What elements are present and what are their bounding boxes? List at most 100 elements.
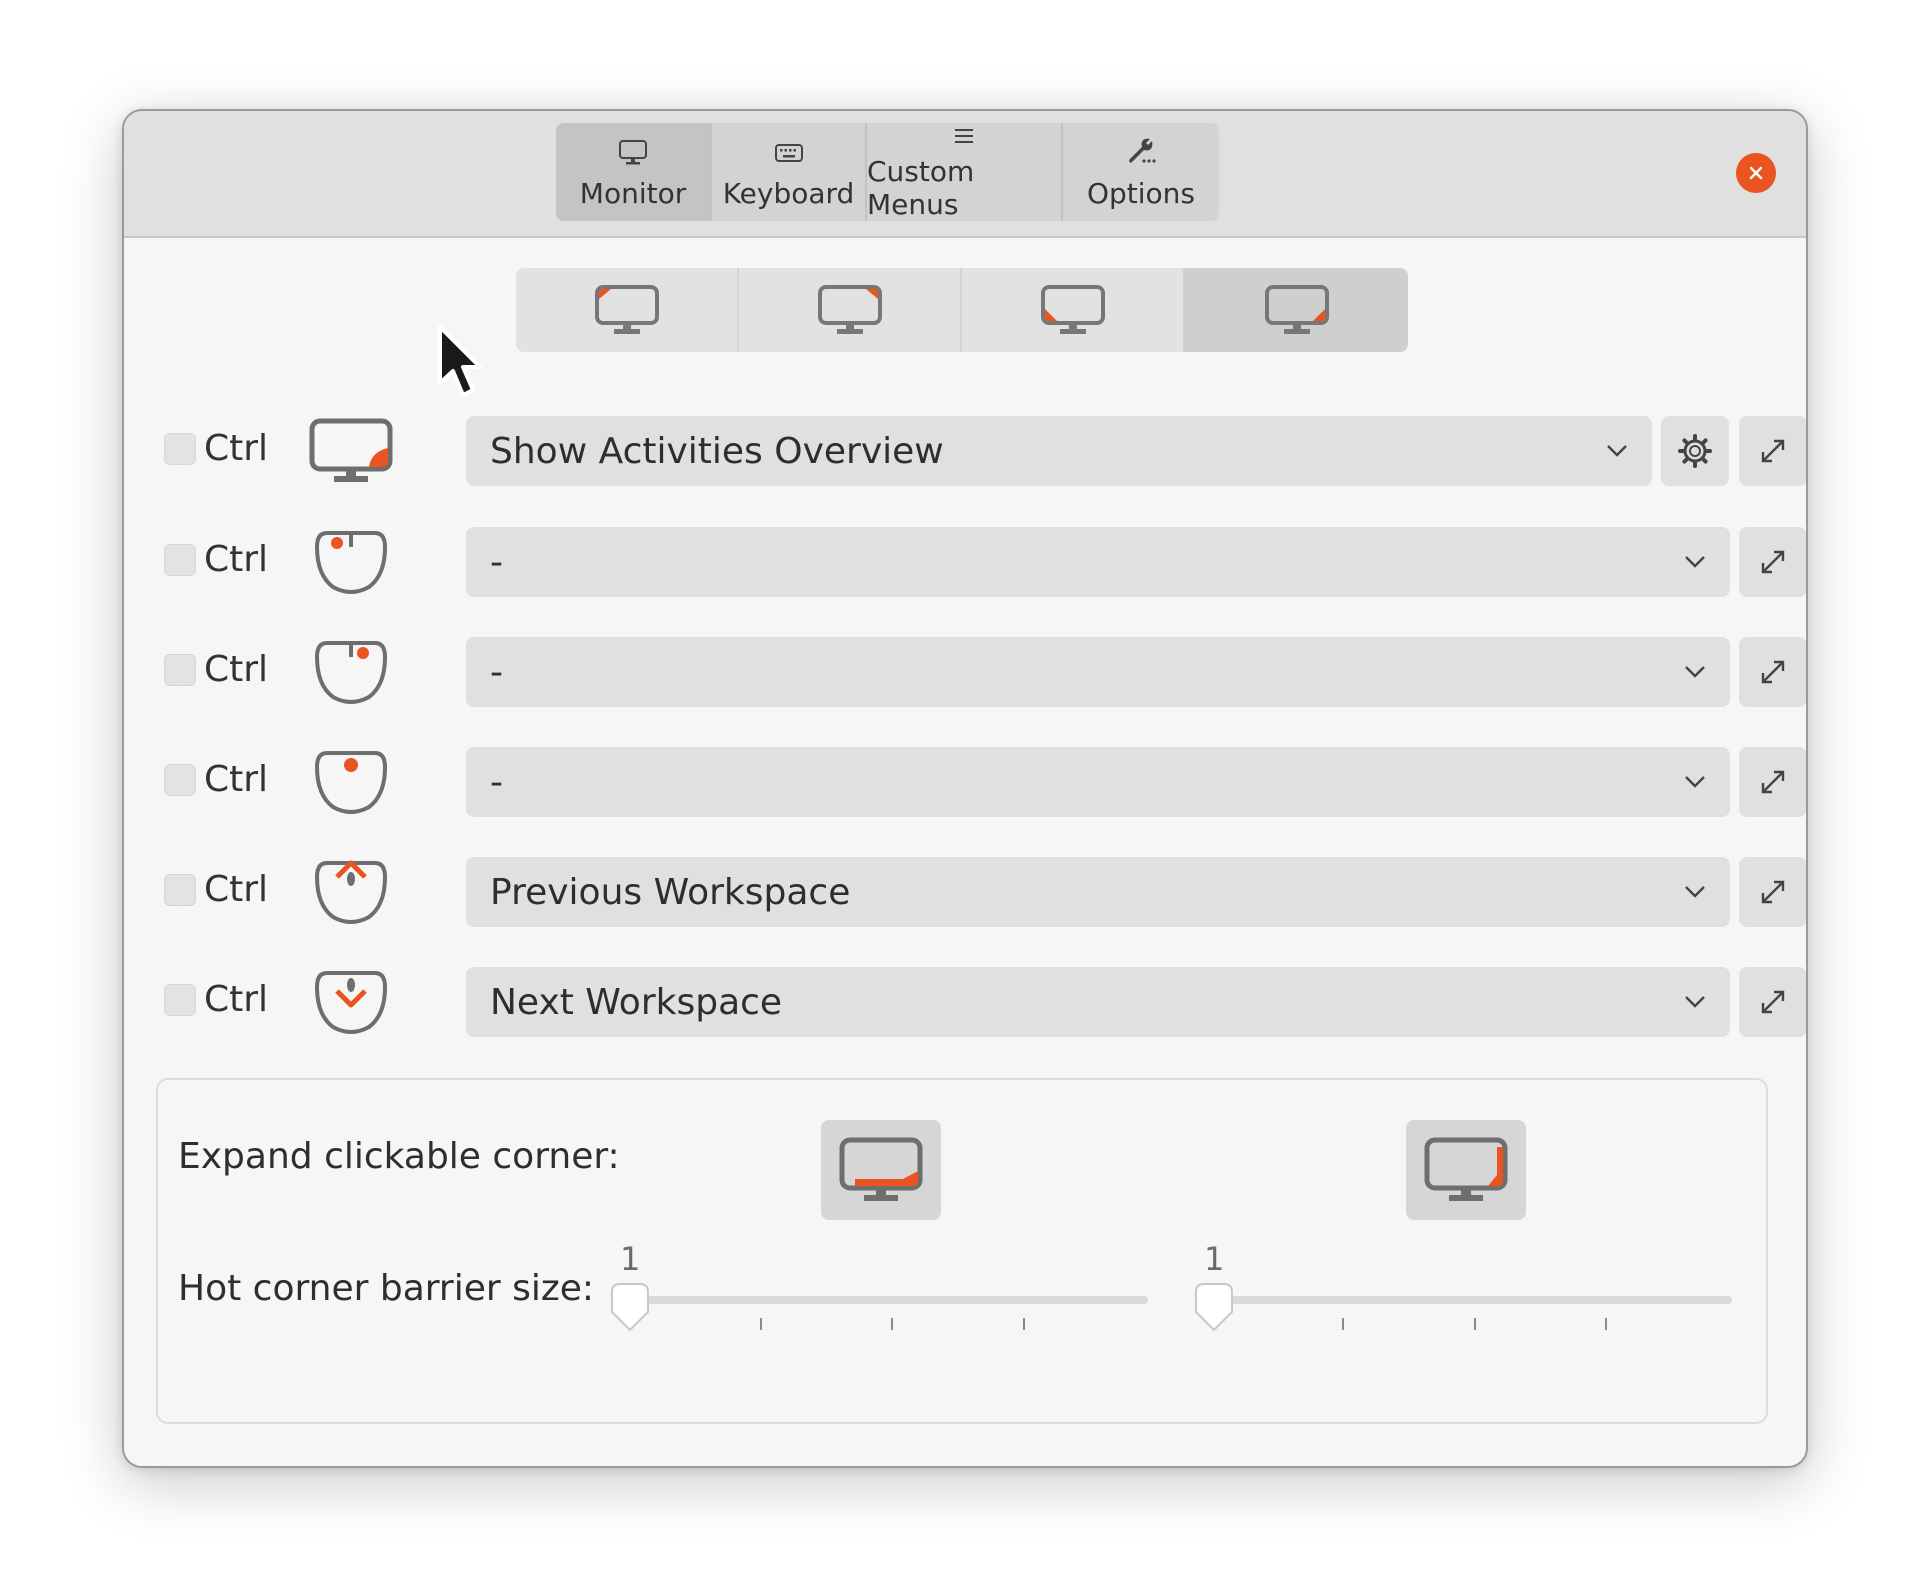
mouse-scroll-up-icon [308,857,394,927]
fullscreen-toggle-button[interactable] [1739,416,1806,486]
action-combo-value: Next Workspace [490,981,783,1023]
slider-mark [1605,1318,1607,1330]
mouse-left-click-icon [308,527,394,597]
chevron-down-icon [1685,666,1705,678]
action-row-right-click: Ctrl - [164,637,1806,707]
action-row-middle-click: Ctrl - [164,747,1806,817]
slider-knob[interactable] [1192,1280,1236,1334]
ctrl-checkbox[interactable] [164,544,196,576]
tab-keyboard[interactable]: Keyboard [712,123,867,221]
action-combo[interactable]: - [466,527,1730,597]
monitor-bottom-right-corner-icon [1264,285,1329,334]
ctrl-checkbox[interactable] [164,874,196,906]
tab-monitor-label: Monitor [579,176,687,210]
action-combo[interactable]: Next Workspace [466,967,1730,1037]
barrier-size-horizontal-slider[interactable]: 1 [608,1240,1148,1340]
mouse-pointer-icon [438,325,482,397]
fullscreen-toggle-button[interactable] [1739,747,1806,817]
action-combo-value: - [490,651,503,693]
action-combo[interactable]: Previous Workspace [466,857,1730,927]
action-combo-value: - [490,541,503,583]
wrench-icon [1125,135,1157,171]
monitor-bottom-right-corner-icon [308,416,394,486]
mouse-scroll-down-icon [308,967,394,1037]
fullscreen-toggle-button[interactable] [1739,967,1806,1037]
ctrl-label: Ctrl [204,428,269,469]
expand-icon [1761,660,1785,684]
action-combo[interactable]: - [466,747,1730,817]
slider-value: 1 [1204,1240,1225,1278]
action-row-left-click: Ctrl - [164,527,1806,597]
slider-trough[interactable] [628,1296,1148,1304]
chevron-down-icon [1685,996,1705,1008]
slider-mark [1342,1318,1344,1330]
chevron-down-icon [1685,776,1705,788]
corner-bottom-right-button[interactable] [1185,268,1408,352]
fullscreen-toggle-button[interactable] [1739,637,1806,707]
tab-keyboard-label: Keyboard [722,176,855,210]
mouse-middle-click-icon [308,747,394,817]
expand-icon [1761,770,1785,794]
chevron-down-icon [1607,445,1627,457]
tab-options-label: Options [1086,176,1196,210]
ctrl-checkbox[interactable] [164,654,196,686]
header-bar: Monitor Keyboard Custom Menus Options [124,111,1806,238]
monitor-expand-vertical-icon [1424,1137,1508,1201]
chevron-down-icon [1685,886,1705,898]
action-combo[interactable]: Show Activities Overview [466,416,1652,486]
action-combo[interactable]: - [466,637,1730,707]
corner-top-left-button[interactable] [516,268,739,352]
slider-mark [1023,1318,1025,1330]
hot-corners-settings-window: Monitor Keyboard Custom Menus Options Ct… [122,109,1808,1468]
slider-value: 1 [620,1240,641,1278]
ctrl-label: Ctrl [204,759,269,800]
gear-icon [1678,434,1712,468]
ctrl-checkbox[interactable] [164,984,196,1016]
tab-bar: Monitor Keyboard Custom Menus Options [556,123,1219,221]
slider-mark [760,1318,762,1330]
hot-corner-barrier-size-label: Hot corner barrier size: [178,1268,595,1309]
corner-top-right-button[interactable] [739,268,962,352]
action-settings-button[interactable] [1661,416,1729,486]
barrier-size-vertical-slider[interactable]: 1 [1192,1240,1732,1340]
close-button[interactable] [1736,153,1776,193]
monitor-top-left-corner-icon [594,285,659,334]
monitor-expand-horizontal-icon [839,1137,923,1201]
expand-icon [1761,550,1785,574]
tab-options[interactable]: Options [1063,123,1219,221]
corner-bottom-left-button[interactable] [962,268,1185,352]
slider-knob[interactable] [608,1280,652,1334]
tab-custom-menus[interactable]: Custom Menus [867,123,1063,221]
mouse-right-click-icon [308,637,394,707]
ctrl-label: Ctrl [204,869,269,910]
close-icon [1749,166,1763,180]
fullscreen-toggle-button[interactable] [1739,857,1806,927]
chevron-down-icon [1685,556,1705,568]
expand-icon [1761,439,1785,463]
action-row-scroll-down: Ctrl Next Workspace [164,967,1806,1037]
monitor-top-right-corner-icon [817,285,882,334]
action-combo-value: Show Activities Overview [490,430,944,472]
corner-expansion-frame: Expand clickable corner: Hot corner barr… [156,1078,1768,1424]
expand-clickable-corner-label: Expand clickable corner: [178,1136,620,1177]
ctrl-label: Ctrl [204,649,269,690]
expand-icon [1761,880,1785,904]
tab-monitor[interactable]: Monitor [556,123,712,221]
expand-icon [1761,990,1785,1014]
monitor-bottom-left-corner-icon [1040,285,1105,334]
expand-vertical-toggle[interactable] [1406,1120,1526,1220]
action-row-hot-corner: Ctrl Show Activities Overview [164,416,1806,486]
menu-icon [953,123,975,149]
ctrl-label: Ctrl [204,979,269,1020]
expand-horizontal-toggle[interactable] [821,1120,941,1220]
keyboard-icon [774,135,803,171]
ctrl-checkbox[interactable] [164,764,196,796]
ctrl-checkbox[interactable] [164,433,196,465]
slider-trough[interactable] [1212,1296,1732,1304]
slider-mark [891,1318,893,1330]
action-row-scroll-up: Ctrl Previous Workspace [164,857,1806,927]
fullscreen-toggle-button[interactable] [1739,527,1806,597]
slider-mark [1474,1318,1476,1330]
corner-selector [516,268,1408,352]
tab-custom-menus-label: Custom Menus [867,155,975,221]
